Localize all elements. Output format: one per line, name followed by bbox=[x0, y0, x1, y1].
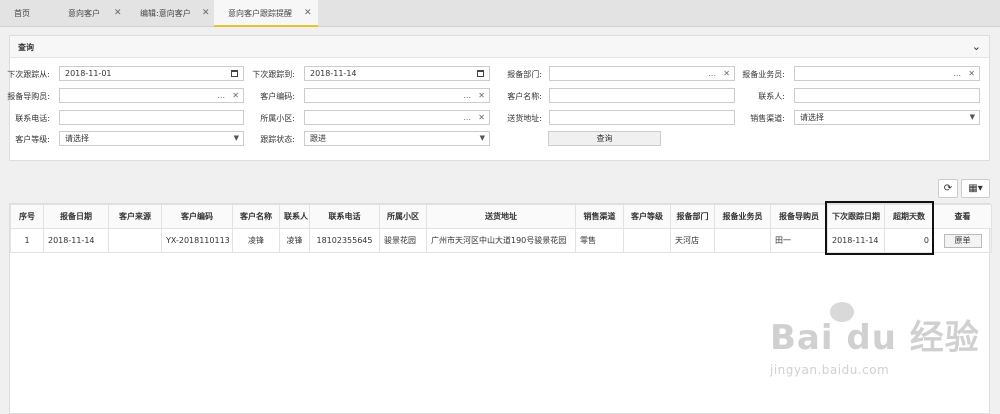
cell-salesman bbox=[714, 228, 771, 253]
tab-intent-customer-follow-reminder[interactable]: 意向客户跟踪提醒 ✕ bbox=[214, 0, 318, 27]
cell-dept: 天河店 bbox=[670, 228, 715, 253]
cell-address: 广州市天河区中山大道190号骏景花园 bbox=[426, 228, 576, 253]
tab-intent-customer[interactable]: 意向客户 ✕ bbox=[54, 0, 132, 27]
follow-status-label: 跟踪状态: bbox=[260, 135, 295, 144]
close-icon[interactable]: ✕ bbox=[202, 0, 210, 27]
column-header[interactable]: 联系人 bbox=[279, 204, 310, 229]
next-follow-to-label: 下次跟踪到: bbox=[252, 70, 295, 79]
sales-channel-select[interactable]: 请选择 ▼ bbox=[794, 110, 980, 125]
next-follow-from-input[interactable]: 2018-11-01 bbox=[59, 66, 244, 81]
close-icon[interactable]: ✕ bbox=[304, 0, 312, 27]
column-header[interactable]: 客户等级 bbox=[623, 204, 671, 229]
caret-down-icon: ▼ bbox=[969, 113, 975, 121]
cell-contact: 凌锋 bbox=[279, 228, 310, 253]
column-header[interactable]: 客户名称 bbox=[232, 204, 280, 229]
query-button[interactable]: 查询 bbox=[548, 131, 661, 146]
contact-label: 联系人: bbox=[758, 92, 785, 101]
close-icon[interactable]: ✕ bbox=[114, 0, 122, 27]
browse-icon[interactable]: ... bbox=[217, 89, 225, 102]
cell-source bbox=[108, 228, 162, 253]
tab-bar: 首页 意向客户 ✕ 编辑:意向客户 ✕ 意向客户跟踪提醒 ✕ bbox=[0, 0, 1000, 27]
phone-input[interactable] bbox=[59, 110, 244, 125]
tab-label: 首页 bbox=[14, 9, 30, 18]
phone-label: 联系电话: bbox=[15, 114, 50, 123]
report-salesman-input[interactable]: ... ✕ bbox=[794, 66, 980, 81]
column-header[interactable]: 报备业务员 bbox=[714, 204, 771, 229]
browse-icon[interactable]: ... bbox=[463, 111, 471, 124]
customer-code-input[interactable]: ... ✕ bbox=[304, 88, 490, 103]
watermark-url: jingyan.baidu.com bbox=[770, 363, 890, 377]
browse-icon[interactable]: ... bbox=[708, 67, 716, 80]
next-follow-from-label: 下次跟踪从: bbox=[7, 70, 50, 79]
report-guide-label: 报备导购员: bbox=[7, 92, 50, 101]
column-header[interactable]: 所属小区 bbox=[379, 204, 427, 229]
chevron-down-icon[interactable]: ⌄ bbox=[972, 40, 981, 53]
cell-community: 骏景花园 bbox=[379, 228, 427, 253]
column-header[interactable]: 送货地址 bbox=[426, 204, 576, 229]
contact-input[interactable] bbox=[794, 88, 980, 103]
tab-home[interactable]: 首页 bbox=[0, 0, 40, 27]
report-guide-input[interactable]: ... ✕ bbox=[59, 88, 244, 103]
column-header[interactable]: 查看 bbox=[933, 204, 992, 229]
cell-index: 1 bbox=[10, 228, 44, 253]
column-header[interactable]: 销售渠道 bbox=[575, 204, 624, 229]
query-panel-header[interactable]: 查询 ⌄ bbox=[10, 36, 989, 58]
customer-name-label: 客户名称: bbox=[507, 92, 542, 101]
community-label: 所属小区: bbox=[260, 114, 295, 123]
watermark: Bai du 经验 jingyan.baidu.com bbox=[770, 302, 980, 377]
customer-level-label: 客户等级: bbox=[15, 135, 50, 144]
follow-status-select[interactable]: 跟进 ▼ bbox=[304, 131, 490, 146]
cell-level bbox=[623, 228, 671, 253]
sales-channel-label: 销售渠道: bbox=[750, 114, 785, 123]
column-header[interactable]: 报备部门 bbox=[670, 204, 715, 229]
grid-icon[interactable]: ▦▾ bbox=[961, 179, 990, 198]
browse-icon[interactable]: ... bbox=[953, 67, 961, 80]
refresh-icon[interactable]: ⟳ bbox=[938, 179, 958, 198]
paw-logo-icon bbox=[830, 302, 854, 322]
cell-channel: 零售 bbox=[575, 228, 624, 253]
cell-guide: 田一 bbox=[770, 228, 828, 253]
cell-report-date: 2018-11-14 bbox=[43, 228, 109, 253]
column-header[interactable]: 报备导购员 bbox=[770, 204, 828, 229]
tab-label: 意向客户跟踪提醒 bbox=[228, 9, 292, 18]
address-input[interactable] bbox=[549, 110, 735, 125]
tab-edit-intent-customer[interactable]: 编辑:意向客户 ✕ bbox=[126, 0, 216, 27]
customer-level-select[interactable]: 请选择 ▼ bbox=[59, 131, 244, 146]
tab-label: 编辑:意向客户 bbox=[140, 9, 191, 18]
view-original-button[interactable]: 原单 bbox=[943, 233, 982, 248]
column-header[interactable]: 联系电话 bbox=[309, 204, 380, 229]
customer-code-label: 客户编码: bbox=[260, 92, 295, 101]
column-header[interactable]: 客户来源 bbox=[108, 204, 162, 229]
report-dept-label: 报备部门: bbox=[507, 70, 542, 79]
column-header[interactable]: 客户编码 bbox=[161, 204, 233, 229]
report-salesman-label: 报备业务员: bbox=[742, 70, 785, 79]
watermark-logo: Bai du 经验 bbox=[770, 318, 980, 358]
query-title: 查询 bbox=[18, 43, 34, 52]
caret-down-icon: ▼ bbox=[479, 134, 485, 142]
browse-icon[interactable]: ... bbox=[463, 89, 471, 102]
highlight-box bbox=[825, 201, 934, 255]
report-dept-input[interactable]: ... ✕ bbox=[549, 66, 735, 81]
column-header[interactable]: 序号 bbox=[10, 204, 44, 229]
cell-phone: 18102355645 bbox=[309, 228, 380, 253]
cell-code: YX-2018110113 bbox=[161, 228, 233, 253]
address-label: 送货地址: bbox=[507, 114, 542, 123]
next-follow-to-input[interactable]: 2018-11-14 bbox=[304, 66, 490, 81]
clear-icon[interactable]: ✕ bbox=[968, 67, 975, 80]
cell-name: 凌锋 bbox=[232, 228, 280, 253]
community-input[interactable]: ... ✕ bbox=[304, 110, 490, 125]
customer-name-input[interactable] bbox=[549, 88, 735, 103]
tab-label: 意向客户 bbox=[68, 9, 100, 18]
cell-view: 原单 bbox=[933, 228, 992, 253]
column-header[interactable]: 报备日期 bbox=[43, 204, 109, 229]
